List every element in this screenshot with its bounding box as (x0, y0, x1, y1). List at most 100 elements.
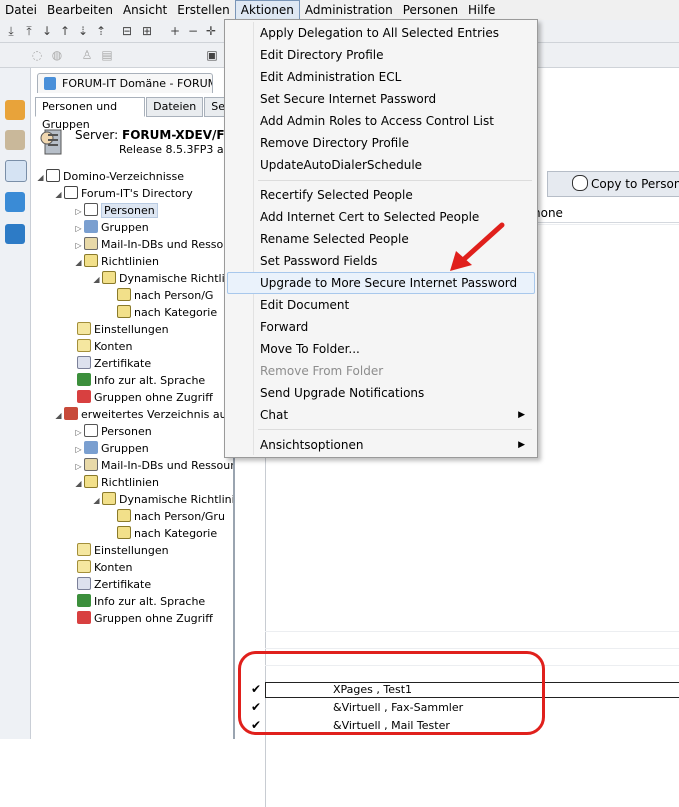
collapse-icon[interactable]: ◢ (35, 169, 46, 186)
documents-icon[interactable] (5, 130, 25, 150)
menu-personen[interactable]: Personen (398, 1, 463, 19)
menu-item-remove-directory-profile[interactable]: Remove Directory Profile (227, 132, 535, 154)
menu-item-chat[interactable]: Chat ▶ (227, 404, 535, 426)
policy-icon (117, 509, 131, 522)
tree-node[interactable]: nach Kategorie (117, 304, 217, 321)
arrow-up-bar-icon[interactable]: ⤒ (22, 23, 36, 39)
replicate-icon[interactable] (5, 224, 25, 244)
expand-icon[interactable]: ✛ (204, 23, 218, 39)
collapse-icon[interactable]: ◢ (73, 475, 84, 492)
menu-aktionen[interactable]: Aktionen (234, 0, 300, 20)
collapse-icon[interactable]: ◢ (91, 492, 102, 509)
menu-separator (258, 180, 532, 181)
tree-node[interactable]: Einstellungen (77, 542, 169, 559)
tree-node[interactable]: Info zur alt. Sprache (77, 372, 205, 389)
arrow-up-icon[interactable]: ↑ (58, 23, 72, 39)
expand-icon[interactable]: ▷ (73, 424, 84, 441)
menu-item-apply-delegation[interactable]: Apply Delegation to All Selected Entries (227, 22, 535, 44)
tree-node[interactable]: ◢ Domino-Verzeichnisse (35, 168, 184, 185)
arrow-down-icon[interactable]: ⤓ (4, 23, 18, 39)
tree-node-selected[interactable]: ▷ Personen (73, 202, 158, 219)
tree-node[interactable]: ▷ Gruppen (73, 219, 149, 236)
tree-node[interactable]: nach Person/Gru (117, 508, 225, 525)
arrow-up-icon[interactable]: ⇡ (94, 23, 108, 39)
bookmark-icon[interactable] (5, 100, 25, 120)
expand-icon[interactable]: ▷ (73, 220, 84, 237)
server-info: Server: FORUM-XDEV/Fo Release 8.5.3FP3 a… (35, 126, 233, 162)
tree-node[interactable]: Konten (77, 559, 132, 576)
tab-dateien[interactable]: Dateien (146, 97, 204, 117)
page-icon[interactable] (5, 160, 27, 182)
menu-item-recertify-selected-people[interactable]: Recertify Selected People (227, 184, 535, 206)
save-icon[interactable]: ▤ (100, 47, 114, 63)
tree-node[interactable]: Gruppen ohne Zugriff (77, 610, 213, 627)
policy-icon (84, 254, 98, 267)
tree-node[interactable]: ▷ Mail-In-DBs und Ressour (73, 457, 233, 475)
expand-icon[interactable]: ▷ (73, 458, 84, 475)
tree-node[interactable]: nach Person/G (117, 287, 213, 304)
tree-node[interactable]: nach Kategorie (117, 525, 217, 542)
menu-item-edit-directory-profile[interactable]: Edit Directory Profile (227, 44, 535, 66)
expand-icon[interactable]: ▷ (73, 441, 84, 458)
tree-node[interactable]: ▷ Mail-In-DBs und Ressou (73, 236, 230, 253)
certificate-icon (77, 577, 91, 590)
collapse-icon[interactable]: ◢ (53, 407, 64, 424)
tree-node[interactable]: ◢Dynamische Richtlinien (91, 491, 233, 509)
menu-item-edit-document[interactable]: Edit Document (227, 294, 535, 316)
chat-icon[interactable]: ◌ (30, 47, 44, 63)
tree-node[interactable]: ◢ Richtlinien (73, 253, 159, 270)
menu-item-edit-administration-ecl[interactable]: Edit Administration ECL (227, 66, 535, 88)
folder-up-icon[interactable]: ⊞ (140, 23, 154, 39)
tree-node[interactable]: ◢ Forum-IT's Directory (53, 185, 193, 202)
certificate-icon (77, 356, 91, 369)
person-add-icon[interactable]: ♙ (80, 47, 94, 63)
tab-personen-und-gruppen[interactable]: Personen und Gruppen (35, 97, 146, 131)
menu-ansicht[interactable]: Ansicht (118, 1, 172, 19)
tree-node[interactable]: Einstellungen (77, 321, 169, 338)
folder-down-icon[interactable]: ⊟ (120, 23, 134, 39)
menu-administration[interactable]: Administration (300, 1, 398, 19)
menu-item-set-secure-internet-password[interactable]: Set Secure Internet Password (227, 88, 535, 110)
tree-node[interactable]: ▷ Personen (73, 423, 152, 440)
collapse-icon[interactable]: ◢ (73, 254, 84, 271)
tree-node[interactable]: ◢ Dynamische Richtlin (91, 270, 232, 287)
collapse-icon[interactable]: ◢ (91, 271, 102, 288)
chat-group-icon[interactable]: ◍ (50, 47, 64, 63)
policy-icon (102, 492, 116, 505)
expand-icon[interactable]: ▷ (73, 203, 84, 220)
accounts-icon (77, 339, 91, 352)
menu-item-send-upgrade-notifications[interactable]: Send Upgrade Notifications (227, 382, 535, 404)
menu-erstellen[interactable]: Erstellen (172, 1, 235, 19)
tree-node[interactable]: ◢ Richtlinien (73, 474, 159, 491)
menu-item-add-admin-roles[interactable]: Add Admin Roles to Access Control List (227, 110, 535, 132)
minus-icon[interactable]: − (186, 23, 200, 39)
people-icon[interactable] (5, 192, 25, 212)
tab-forum-it-domain[interactable]: FORUM-IT Domäne - FORUM... (37, 73, 213, 93)
menu-hilfe[interactable]: Hilfe (463, 1, 500, 19)
copy-to-personal-address-button[interactable]: Copy to Personal Ad (547, 171, 679, 197)
plus-icon[interactable]: + (168, 23, 182, 39)
menu-item-upgrade-secure-password[interactable]: Upgrade to More Secure Internet Password (227, 272, 535, 294)
tree-node[interactable]: ◢ erweitertes Verzeichnis auf I (53, 406, 233, 424)
menu-bearbeiten[interactable]: Bearbeiten (42, 1, 118, 19)
tree-node[interactable]: Info zur alt. Sprache (77, 593, 205, 610)
menu-datei[interactable]: Datei (0, 1, 42, 19)
view-icon[interactable]: ▣ (205, 47, 219, 63)
tree-node[interactable]: Konten (77, 338, 132, 355)
policy-icon (117, 305, 131, 318)
tree-node[interactable]: Zertifikate (77, 355, 151, 372)
navigator-pane: FORUM-IT Domäne - FORUM... Personen und … (31, 68, 235, 739)
menu-item-move-to-folder[interactable]: Move To Folder... (227, 338, 535, 360)
menu-item-update-autodialer-schedule[interactable]: UpdateAutoDialerSchedule (227, 154, 535, 176)
expand-icon[interactable]: ▷ (73, 237, 84, 254)
collapse-icon[interactable]: ◢ (53, 186, 64, 203)
arrow-down-icon[interactable]: ⇣ (76, 23, 90, 39)
arrow-down-icon[interactable]: ↓ (40, 23, 54, 39)
tree-node[interactable]: Gruppen ohne Zugriff (77, 389, 213, 406)
menu-item-ansichtsoptionen[interactable]: Ansichtsoptionen ▶ (227, 434, 535, 456)
menu-item-forward[interactable]: Forward (227, 316, 535, 338)
no-access-icon (77, 611, 91, 624)
tree-node[interactable]: ▷ Gruppen (73, 440, 149, 457)
row-divider (265, 631, 679, 632)
tree-node[interactable]: Zertifikate (77, 576, 151, 593)
